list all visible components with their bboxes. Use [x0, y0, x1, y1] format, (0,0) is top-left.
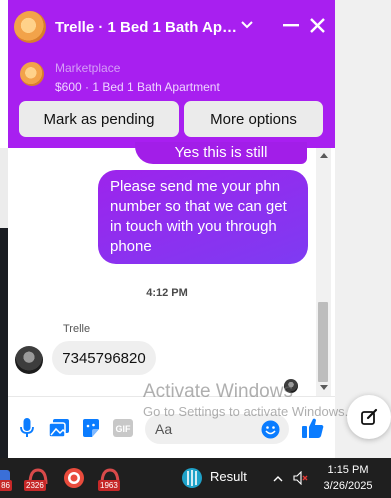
- scroll-down-arrow-icon[interactable]: [320, 385, 328, 390]
- sender-avatar[interactable]: [15, 346, 43, 374]
- activate-windows-title: Activate Windows: [143, 381, 293, 402]
- emoji-icon: [261, 420, 279, 438]
- voice-clip-button[interactable]: [16, 417, 38, 439]
- desktop-background-right: [335, 0, 391, 458]
- listing-summary[interactable]: $600 · 1 Bed 1 Bath Apartment: [55, 80, 220, 94]
- close-button[interactable]: [306, 14, 328, 36]
- clock-time: 1:15 PM: [327, 464, 369, 476]
- svg-text:GIF: GIF: [116, 424, 132, 434]
- notification-badge: 2326: [24, 480, 46, 491]
- clock-date: 3/26/2025: [323, 480, 373, 492]
- gif-button[interactable]: GIF: [112, 417, 134, 439]
- photo-icon: [49, 419, 69, 437]
- taskbar-app-4[interactable]: 1963: [98, 466, 122, 491]
- emoji-button[interactable]: [259, 418, 281, 440]
- taskbar-app-2[interactable]: 2326: [24, 466, 50, 491]
- speaker-muted-icon: [293, 471, 308, 485]
- marketplace-label: Marketplace: [55, 61, 121, 75]
- gif-icon: GIF: [113, 419, 133, 437]
- taskbar-app-1[interactable]: 86: [0, 466, 12, 491]
- taskbar-clock[interactable]: 1:15 PM 3/26/2025: [318, 462, 378, 494]
- microphone-icon: [20, 418, 34, 437]
- close-icon: [309, 17, 325, 33]
- message-timestamp: 4:12 PM: [146, 287, 188, 299]
- minimize-button[interactable]: [280, 14, 302, 36]
- weather-widget-label[interactable]: Result: [210, 469, 247, 484]
- notification-badge: 1963: [98, 480, 120, 491]
- cricket-icon: [182, 468, 202, 488]
- new-message-button[interactable]: [347, 395, 391, 439]
- contact-avatar[interactable]: [14, 11, 46, 43]
- compose-icon: [361, 408, 378, 425]
- app-icon: [64, 468, 84, 488]
- sender-name: Trelle: [63, 323, 91, 335]
- outgoing-message[interactable]: Please send me your phn number so that w…: [98, 170, 308, 264]
- activate-windows-subtitle: Go to Settings to activate Windows.: [143, 404, 349, 419]
- minimize-icon: [283, 24, 299, 27]
- sticker-icon: [83, 419, 99, 437]
- scroll-up-arrow-icon[interactable]: [320, 153, 328, 158]
- taskbar: 86 2326 1963 Result 1:15 PM 3/26/2025: [0, 458, 391, 498]
- incoming-message[interactable]: 7345796820: [52, 341, 156, 375]
- show-hidden-icons-button[interactable]: [270, 470, 286, 486]
- chevron-up-icon: [273, 475, 283, 481]
- scrollbar-thumb[interactable]: [318, 302, 328, 382]
- chat-header: Trelle · 1 Bed 1 Bath Apart… Marketplace…: [8, 0, 335, 148]
- outgoing-message[interactable]: Yes this is still available: [135, 142, 307, 164]
- sticker-button[interactable]: [80, 417, 102, 439]
- chat-options-button[interactable]: [236, 14, 258, 36]
- attach-photo-button[interactable]: [48, 417, 70, 439]
- listing-thumbnail[interactable]: [20, 62, 44, 86]
- taskbar-app-3[interactable]: [62, 466, 86, 490]
- desktop-background-left: [0, 148, 8, 458]
- chevron-down-icon: [241, 21, 253, 29]
- chat-title[interactable]: Trelle · 1 Bed 1 Bath Apart…: [55, 19, 243, 36]
- volume-button[interactable]: [293, 470, 309, 486]
- weather-widget[interactable]: [180, 466, 204, 490]
- thumbs-up-icon: [302, 418, 324, 438]
- notification-badge: 86: [0, 480, 12, 491]
- more-options-button[interactable]: More options: [184, 101, 323, 137]
- mark-as-pending-button[interactable]: Mark as pending: [19, 101, 179, 137]
